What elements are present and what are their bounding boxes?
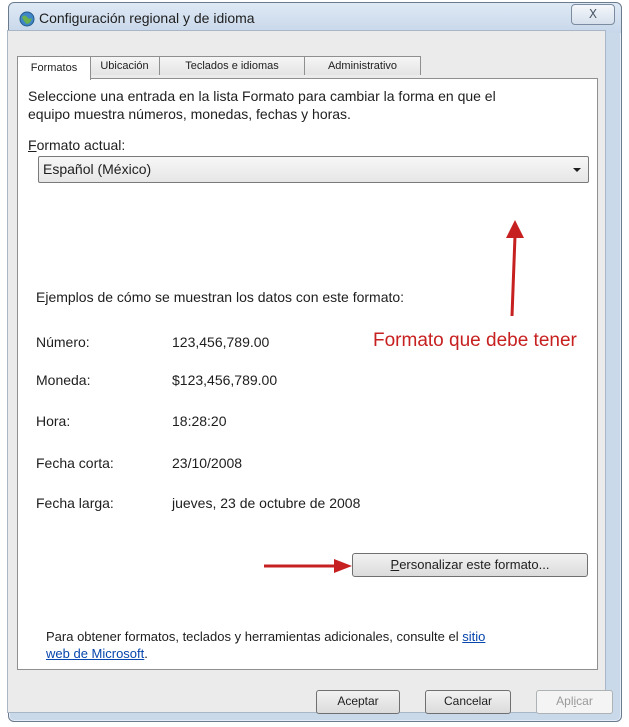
tab-label: Ubicación (100, 60, 149, 72)
example-value-fecha-larga: jueves, 23 de octubre de 2008 (172, 495, 361, 511)
footer-text: Para obtener formatos, teclados y herram… (46, 629, 485, 644)
close-button[interactable]: X (571, 4, 615, 25)
tab-administrativo[interactable]: Administrativo (304, 56, 421, 75)
access-key: F (28, 137, 37, 153)
footer-end: . (144, 646, 148, 661)
tab-label: Formatos (30, 62, 78, 74)
example-value-fecha-corta: 23/10/2008 (172, 455, 243, 471)
intro-line-1: Seleccione una entrada en la lista Forma… (28, 88, 496, 104)
apply-label-post: car (576, 694, 593, 708)
examples-heading: Ejemplos de cómo se muestran los datos c… (36, 289, 405, 305)
label-rest: ormato actual: (36, 137, 126, 153)
ok-button[interactable]: Aceptar (316, 690, 400, 714)
footer-text-main: Para obtener formatos, teclados y herram… (46, 629, 459, 644)
format-select[interactable]: Español (México) (38, 156, 589, 183)
example-label-numero: Número: (36, 334, 90, 350)
access-key: P (390, 557, 400, 572)
example-label-fecha-corta: Fecha corta: (36, 455, 114, 471)
example-label-hora: Hora: (36, 413, 71, 429)
customize-format-button[interactable]: Personalizar este formato... (352, 553, 588, 577)
tab-label: Teclados e idiomas (185, 60, 279, 72)
close-icon: X (588, 7, 598, 21)
format-select-value: Español (México) (43, 161, 152, 177)
microsoft-site-link-2[interactable]: web de Microsoft (46, 646, 144, 661)
current-format-label: Formato actual: (28, 137, 125, 153)
globe-icon (19, 11, 35, 27)
tab-formatos[interactable]: Formatos (17, 56, 91, 80)
example-label-moneda: Moneda: (36, 372, 91, 388)
footer-text-line2: web de Microsoft. (46, 646, 148, 661)
window-title: Configuración regional y de idioma (39, 10, 255, 26)
tab-label: Administrativo (327, 60, 398, 72)
example-value-hora: 18:28:20 (172, 413, 227, 429)
apply-label-pre: Apl (556, 694, 574, 708)
title-bar[interactable]: Configuración regional y de idioma X (9, 3, 621, 33)
apply-button[interactable]: Aplicar (536, 690, 613, 714)
button-label: ersonalizar este formato... (399, 557, 550, 572)
cancel-button[interactable]: Cancelar (425, 690, 511, 714)
intro-line-2: equipo muestra números, monedas, fechas … (28, 106, 351, 122)
example-label-fecha-larga: Fecha larga: (36, 495, 114, 511)
microsoft-site-link[interactable]: sitio (462, 629, 485, 644)
example-value-numero: 123,456,789.00 (172, 334, 270, 350)
example-value-moneda: $123,456,789.00 (172, 372, 278, 388)
red-arrow-up-icon (506, 220, 524, 317)
red-arrow-right-icon (264, 559, 352, 573)
tab-teclados[interactable]: Teclados e idiomas (159, 56, 305, 75)
tab-ubicacion[interactable]: Ubicación (89, 56, 160, 75)
annotation-text: Formato que debe tener (373, 330, 577, 351)
chevron-down-icon (573, 168, 581, 172)
